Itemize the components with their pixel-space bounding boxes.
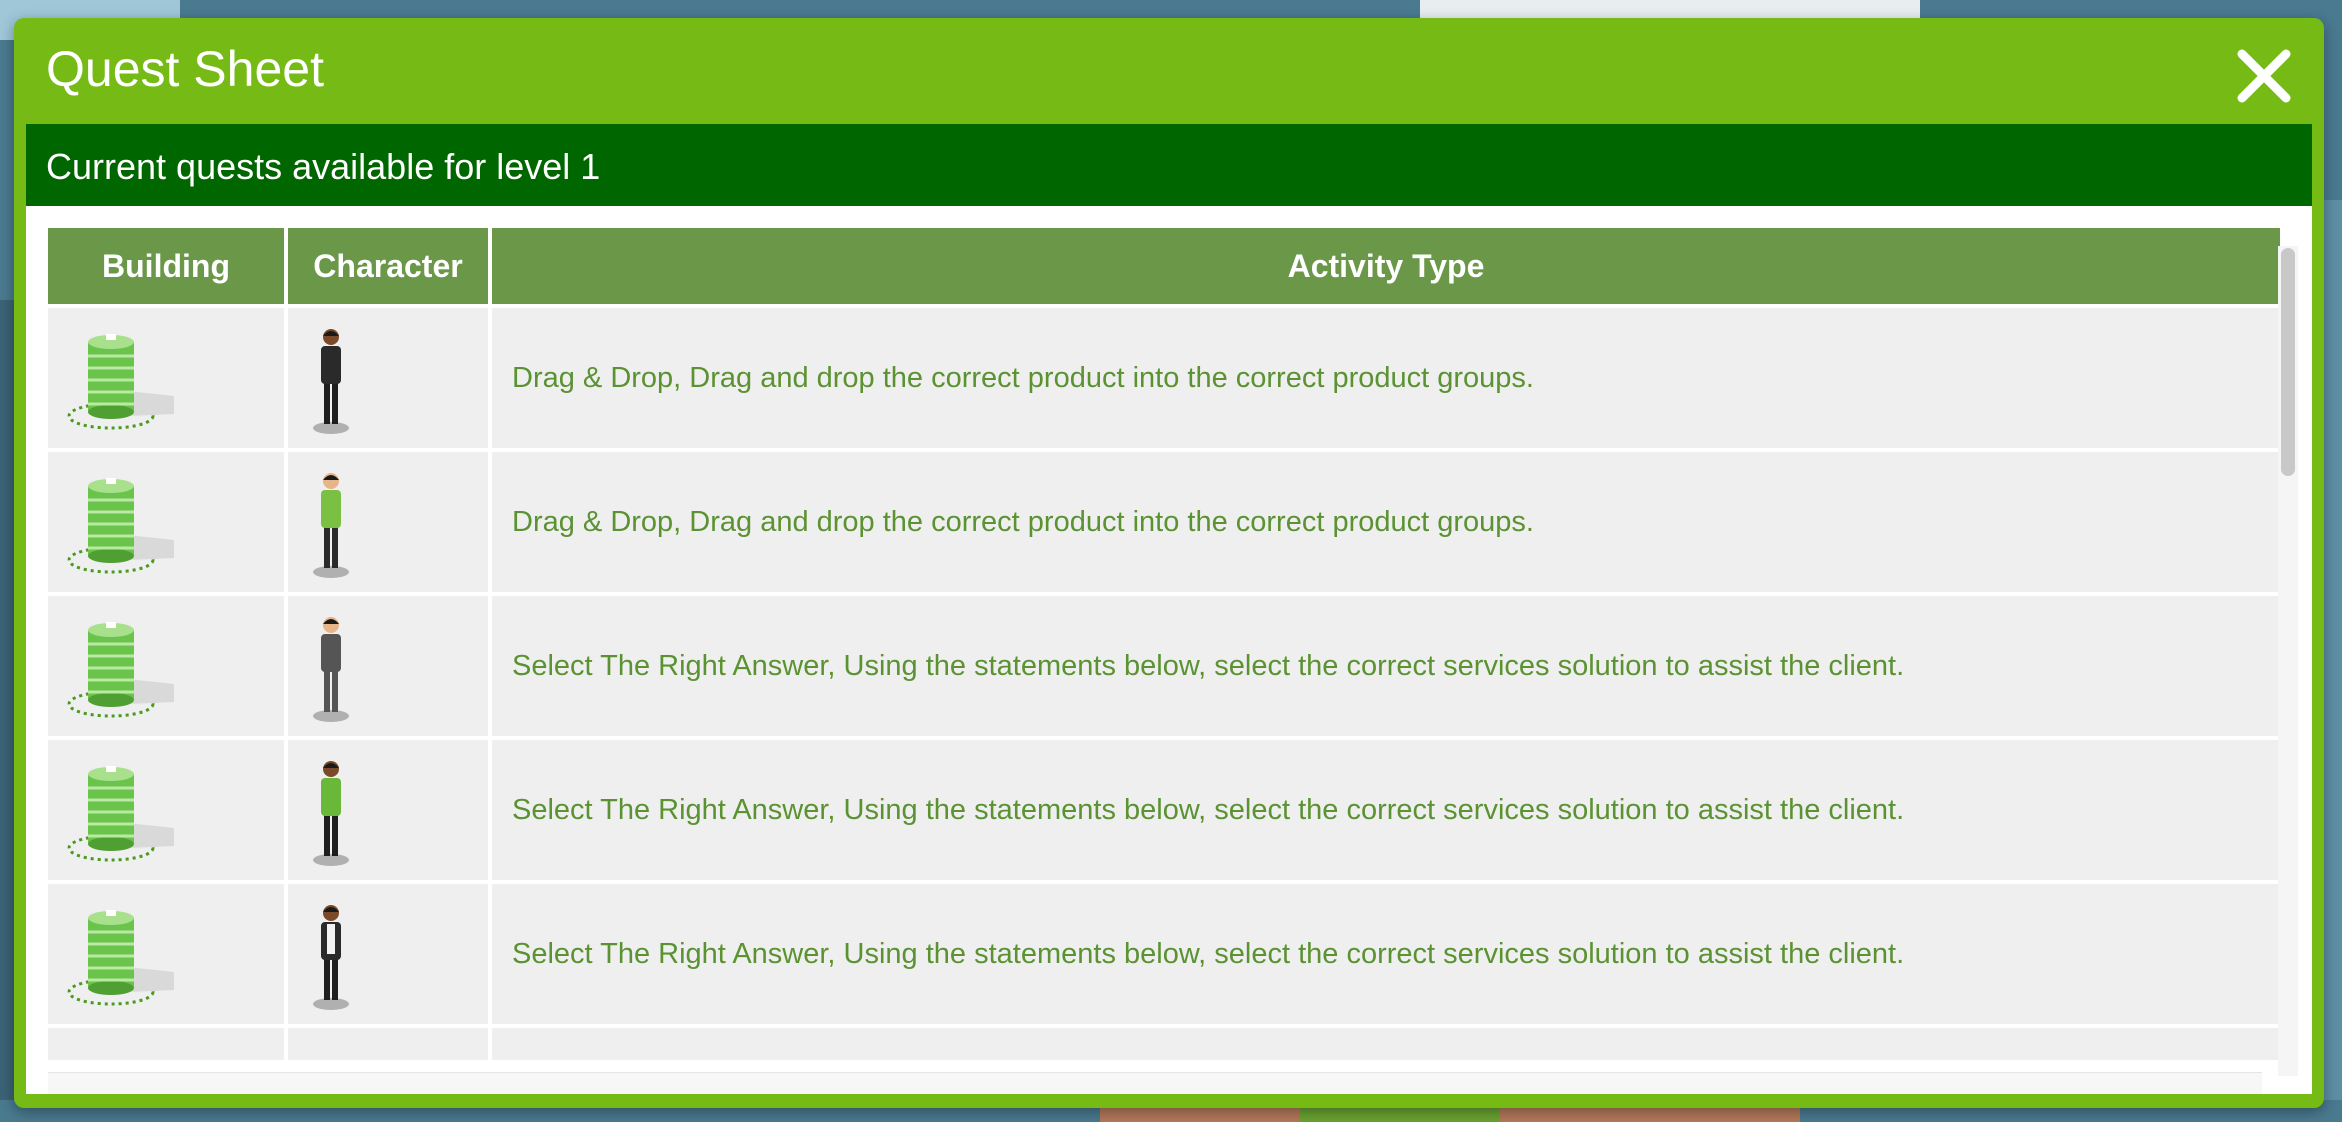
- level-subtitle: Current quests available for level 1: [46, 146, 601, 187]
- quest-sheet-dialog: Quest Sheet Current quests available for…: [14, 18, 2324, 1108]
- building-cell: [48, 452, 284, 592]
- character-cell: [288, 452, 488, 592]
- header-character: Character: [288, 228, 488, 304]
- building-cell: [48, 596, 284, 736]
- building-cell: [48, 308, 284, 448]
- character-cell: [288, 884, 488, 1024]
- woman-in-grey-dress-icon: [306, 612, 356, 724]
- close-icon[interactable]: [2236, 48, 2292, 104]
- activity-type-cell: Drag & Drop, Drag and drop the correct p…: [492, 452, 2280, 592]
- dialog-title: Quest Sheet: [46, 41, 324, 97]
- character-cell: [288, 596, 488, 736]
- activity-type-cell: Select The Right Answer, Using the state…: [492, 596, 2280, 736]
- man-with-green-tie-icon: [306, 900, 356, 1012]
- character-cell: [288, 740, 488, 880]
- building-cell: [48, 740, 284, 880]
- green-tower-building-icon: [66, 762, 176, 862]
- character-cell: [288, 308, 488, 448]
- table-cell: [48, 1028, 284, 1060]
- activity-type-cell: Drag & Drop, Drag and drop the correct p…: [492, 308, 2280, 448]
- quest-table-panel: Building Character Activity Type Drag & …: [26, 206, 2312, 1094]
- level-subheader: Current quests available for level 1: [26, 124, 2312, 206]
- quest-table: Building Character Activity Type Drag & …: [48, 228, 2280, 1060]
- header-activity-type: Activity Type: [492, 228, 2280, 304]
- table-cell: [288, 1028, 488, 1060]
- green-tower-building-icon: [66, 474, 176, 574]
- header-building: Building: [48, 228, 284, 304]
- green-tower-building-icon: [66, 330, 176, 430]
- man-in-dark-suit-icon: [306, 324, 356, 436]
- woman-in-green-top-icon: [306, 468, 356, 580]
- woman-in-green-blouse-icon: [306, 756, 356, 868]
- vertical-scrollbar[interactable]: [2278, 246, 2298, 1076]
- green-tower-building-icon: [66, 618, 176, 718]
- scrollbar-thumb[interactable]: [2281, 248, 2295, 476]
- activity-type-cell: Select The Right Answer, Using the state…: [492, 740, 2280, 880]
- green-tower-building-icon: [66, 906, 176, 1006]
- activity-type-cell: Select The Right Answer, Using the state…: [492, 884, 2280, 1024]
- horizontal-scrollbar[interactable]: [48, 1072, 2262, 1094]
- table-cell: [492, 1028, 2280, 1060]
- building-cell: [48, 884, 284, 1024]
